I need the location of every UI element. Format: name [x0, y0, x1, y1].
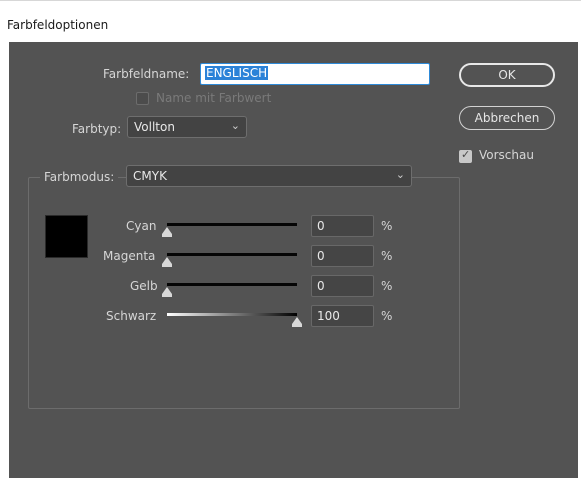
swatch-name-input[interactable]: ENGLISCH: [200, 63, 430, 85]
magenta-input[interactable]: 0: [311, 245, 374, 267]
swatch-name-label: Farbfeldname:: [103, 67, 190, 81]
black-slider-track[interactable]: [167, 313, 297, 316]
color-mode-value: CMYK: [133, 169, 167, 183]
preview-label: Vorschau: [479, 148, 534, 162]
yellow-input[interactable]: 0: [311, 275, 374, 297]
black-input[interactable]: 100: [311, 305, 374, 327]
yellow-slider-track[interactable]: [167, 283, 297, 286]
chevron-down-icon: ⌄: [230, 119, 240, 132]
black-value: 100: [317, 309, 340, 323]
window-frame-left: [0, 42, 9, 478]
magenta-unit: %: [381, 249, 393, 263]
window-title: Farbfeldoptionen: [7, 18, 109, 32]
magenta-label: Magenta: [103, 249, 156, 263]
cyan-input[interactable]: 0: [311, 215, 374, 237]
color-mode-label: Farbmodus:: [40, 170, 119, 184]
chevron-down-icon: ⌄: [395, 168, 405, 181]
cyan-unit: %: [381, 219, 393, 233]
check-icon: ✓: [461, 148, 471, 161]
color-type-select[interactable]: Vollton ⌄: [127, 116, 247, 138]
color-mode-select[interactable]: CMYK ⌄: [126, 165, 412, 187]
yellow-label: Gelb: [130, 279, 158, 293]
cyan-value: 0: [317, 219, 325, 233]
title-bar: Farbfeldoptionen: [0, 0, 581, 42]
cancel-button[interactable]: Abbrechen: [459, 106, 555, 130]
magenta-value: 0: [317, 249, 325, 263]
name-with-value-checkbox[interactable]: [136, 92, 149, 105]
color-type-value: Vollton: [134, 120, 175, 134]
ok-button[interactable]: OK: [459, 63, 555, 87]
color-type-label: Farbtyp:: [72, 122, 122, 136]
magenta-slider-track[interactable]: [167, 253, 297, 256]
preview-checkbox[interactable]: ✓: [459, 148, 472, 163]
yellow-unit: %: [381, 279, 393, 293]
color-preview-swatch: [45, 215, 88, 258]
black-unit: %: [381, 309, 393, 323]
name-with-value-label: Name mit Farbwert: [156, 91, 272, 105]
black-label: Schwarz: [106, 309, 157, 323]
swatch-name-value: ENGLISCH: [205, 66, 269, 80]
cyan-slider-track[interactable]: [167, 223, 297, 226]
color-mode-group: [28, 177, 460, 409]
cyan-label: Cyan: [126, 219, 157, 233]
yellow-value: 0: [317, 279, 325, 293]
